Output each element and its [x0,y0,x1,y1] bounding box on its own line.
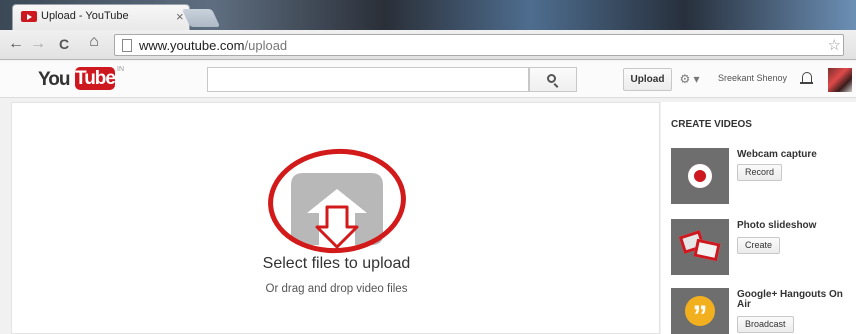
photo-frame-front [693,238,721,262]
address-bar[interactable]: www.youtube.com/upload ☆ [114,34,844,56]
logo-you: You [38,69,71,90]
tab-title: Upload - YouTube [41,10,129,22]
logo-country: IN [117,66,124,73]
reload-icon[interactable]: C [54,36,74,52]
photo-icon[interactable] [671,219,729,275]
create-item-hangouts: Google+ Hangouts On Air Broadcast [671,288,856,334]
create-button[interactable]: Create [737,237,781,254]
broadcast-button[interactable]: Broadcast [737,316,794,333]
youtube-favicon-icon [21,11,37,22]
youtube-header: You Tube IN Upload ⚙ ▾ Sreekant Shenoy [0,61,856,98]
create-videos-panel: CREATE VIDEOS Webcam capture Record Phot… [661,102,856,334]
browser-tabstrip: Upload - YouTube × [0,0,856,30]
create-item-photo-slideshow: Photo slideshow Create [671,219,856,281]
create-item-webcam: Webcam capture Record [671,148,856,210]
upload-drop-zone[interactable]: Select files to upload Or drag and drop … [11,102,660,334]
star-icon[interactable]: ☆ [828,36,841,54]
record-button[interactable]: Record [737,164,783,181]
settings-menu-button[interactable]: ⚙ ▾ [674,68,705,91]
url-text: www.youtube.com/upload [139,38,287,53]
logo-tube: Tube [75,67,116,90]
search-input[interactable] [207,67,529,92]
avatar[interactable] [828,68,852,92]
home-icon[interactable]: ⌂ [84,33,104,51]
url-path: /upload [244,38,288,53]
create-videos-title: CREATE VIDEOS [671,119,752,130]
bell-icon[interactable] [800,72,813,84]
upload-button[interactable]: Upload [623,68,672,91]
create-item-title[interactable]: Photo slideshow [737,221,847,231]
browser-tab[interactable]: Upload - YouTube × [12,4,190,30]
create-item-title[interactable]: Google+ Hangouts On Air [737,290,847,310]
url-host: www.youtube.com [139,38,245,53]
browser-toolbar: ← → C ⌂ www.youtube.com/upload ☆ [0,30,856,60]
hangouts-icon[interactable] [671,288,729,334]
username[interactable]: Sreekant Shenoy [718,73,787,83]
record-icon[interactable] [671,148,729,204]
create-item-title[interactable]: Webcam capture [737,150,847,160]
forward-arrow-icon[interactable]: → [28,35,48,53]
drag-drop-hint: Or drag and drop video files [265,283,408,295]
select-files-label[interactable]: Select files to upload [12,255,661,273]
search-icon [547,74,556,83]
search-button[interactable] [529,67,577,92]
back-arrow-icon[interactable]: ← [6,35,26,53]
page-icon [122,39,132,52]
